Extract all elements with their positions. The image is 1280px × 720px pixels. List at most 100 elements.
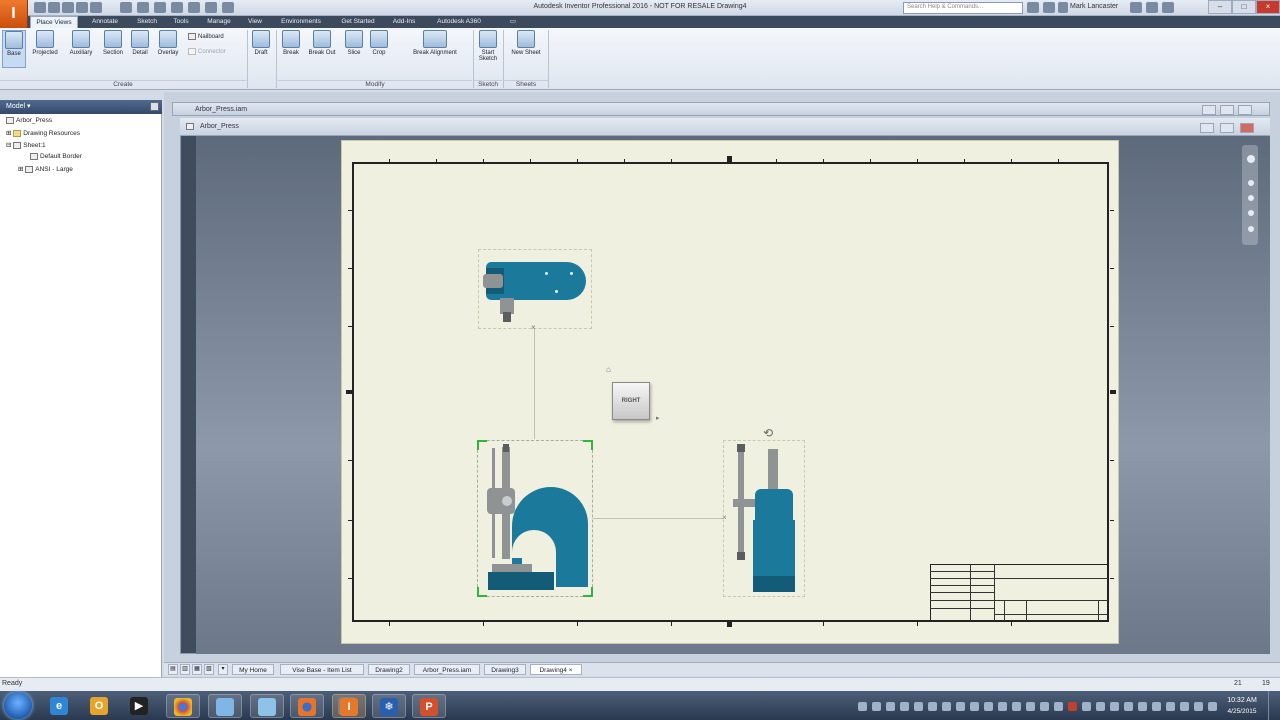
tree-item-arbor-press[interactable]: Arbor_Press — [6, 117, 52, 124]
document-window-back[interactable]: Arbor_Press.iam — [172, 102, 1270, 116]
doc-tab-drawing2[interactable]: Drawing2 — [368, 664, 410, 675]
tab-sketch[interactable]: Sketch — [131, 16, 163, 28]
subscription-icon[interactable] — [1043, 2, 1055, 13]
zoom-icon[interactable] — [1248, 195, 1254, 201]
pan-icon[interactable] — [1248, 180, 1254, 186]
tray-icon[interactable] — [984, 702, 993, 711]
tree-item-sheet-1[interactable]: ⊟ Sheet:1 — [6, 141, 46, 149]
tray-icon[interactable] — [1096, 702, 1105, 711]
user-name[interactable]: Mark Lancaster — [1070, 3, 1118, 10]
doc-tab-drawing3[interactable]: Drawing3 — [484, 664, 526, 675]
ribbon-options-icon[interactable]: ▭ — [500, 16, 526, 28]
tray-icon[interactable] — [942, 702, 951, 711]
crop-button[interactable]: Crop — [368, 30, 390, 68]
tray-icon[interactable] — [1068, 702, 1077, 711]
taskbar-firefox[interactable] — [290, 694, 324, 718]
tray-icon[interactable] — [998, 702, 1007, 711]
taskbar-ie[interactable]: e — [42, 694, 76, 718]
doc-restore-button[interactable] — [1220, 105, 1234, 115]
maximize-button[interactable]: □ — [1232, 0, 1256, 14]
tray-icon[interactable] — [928, 702, 937, 711]
browser-header[interactable]: Model ▾ — [0, 100, 162, 114]
tray-icon[interactable] — [900, 702, 909, 711]
start-sketch-button[interactable]: Start Sketch — [476, 30, 500, 68]
tab-view[interactable]: View — [242, 16, 268, 28]
taskbar-outlook[interactable]: O — [82, 694, 116, 718]
break-button[interactable]: Break — [279, 30, 303, 68]
tray-icon[interactable] — [1152, 702, 1161, 711]
break-out-button[interactable]: Break Out — [304, 30, 340, 68]
viewcube-arrow-icon[interactable]: ▸ — [656, 414, 660, 422]
taskbar-app[interactable] — [250, 694, 284, 718]
taskbar-snowflake[interactable]: ❄ — [372, 694, 406, 718]
detail-view-button[interactable]: Detail — [128, 30, 152, 68]
tray-icon[interactable] — [858, 702, 867, 711]
tab-get-started[interactable]: Get Started — [334, 16, 382, 28]
tree-item-ansi-large[interactable]: ⊞ ANSI - Large — [18, 165, 73, 173]
doc-tab-drawing4[interactable]: Drawing4 × — [530, 664, 582, 675]
doc-close-button[interactable] — [1240, 123, 1254, 133]
tab-tile-h-icon[interactable]: ▦ — [192, 664, 202, 675]
tab-autodesk-a360[interactable]: Autodesk A360 — [426, 16, 492, 28]
doc-tab-my-home[interactable]: My Home — [232, 664, 274, 675]
overlay-view-button[interactable]: Overlay — [153, 30, 183, 68]
search-icon[interactable] — [1027, 2, 1039, 13]
tray-icon[interactable] — [1054, 702, 1063, 711]
taskbar-inventor[interactable]: I — [332, 694, 366, 718]
tab-environments[interactable]: Environments — [272, 16, 330, 28]
document-window-titlebar[interactable]: Arbor_Press — [180, 118, 1270, 136]
doc-tab-arbor-press-iam[interactable]: Arbor_Press.iam — [414, 664, 480, 675]
minimize-button[interactable]: – — [1208, 0, 1232, 14]
tray-icon[interactable] — [1166, 702, 1175, 711]
slice-button[interactable]: Slice — [342, 30, 366, 68]
tab-list-icon[interactable]: ▤ — [168, 664, 178, 675]
volume-icon[interactable] — [1194, 702, 1203, 711]
user-icon[interactable] — [1058, 2, 1068, 13]
connector-button[interactable]: Connector — [188, 48, 226, 55]
help-icon[interactable] — [1162, 2, 1174, 13]
tab-place-views[interactable]: Place Views — [30, 16, 78, 28]
steering-wheel-icon[interactable] — [1247, 155, 1255, 163]
tree-item-drawing-resources[interactable]: ⊞ Drawing Resources — [6, 129, 80, 137]
taskbar-powerpoint[interactable]: P — [412, 694, 446, 718]
nailboard-button[interactable]: Nailboard — [188, 33, 224, 40]
tray-icon[interactable] — [1110, 702, 1119, 711]
close-button[interactable]: × — [1256, 0, 1280, 14]
tab-menu-icon[interactable]: ▾ — [218, 664, 228, 675]
tray-icon[interactable] — [1082, 702, 1091, 711]
new-sheet-button[interactable]: New Sheet — [506, 30, 546, 68]
tray-icon[interactable] — [886, 702, 895, 711]
a360-icon[interactable] — [1146, 2, 1158, 13]
show-desktop-button[interactable] — [1268, 691, 1280, 720]
doc-close-button[interactable] — [1238, 105, 1252, 115]
break-alignment-button[interactable]: Break Alignment — [403, 30, 467, 68]
help-search-input[interactable]: Search Help & Commands... — [903, 2, 1023, 14]
doc-minimize-button[interactable] — [1200, 123, 1214, 133]
clock-time[interactable]: 10:32 AM — [1222, 697, 1262, 704]
tray-icon[interactable] — [956, 702, 965, 711]
inventor-logo-icon[interactable]: I — [0, 0, 28, 28]
clock-date[interactable]: 4/25/2015 — [1222, 708, 1262, 715]
viewcube-home-icon[interactable]: ⌂ — [606, 365, 611, 374]
browser-menu-icon[interactable] — [150, 102, 159, 111]
doc-minimize-button[interactable] — [1202, 105, 1216, 115]
exchange-icon[interactable] — [1130, 2, 1142, 13]
tab-add-ins[interactable]: Add-Ins — [386, 16, 422, 28]
tab-close-icon[interactable]: × — [569, 667, 573, 674]
tray-icon[interactable] — [1026, 702, 1035, 711]
tab-manage[interactable]: Manage — [200, 16, 238, 28]
tray-icon[interactable] — [1124, 702, 1133, 711]
taskbar-chrome[interactable] — [166, 694, 200, 718]
auxiliary-view-button[interactable]: Auxiliary — [64, 30, 98, 68]
tray-icon[interactable] — [1138, 702, 1147, 711]
tray-icon[interactable] — [1040, 702, 1049, 711]
projected-view-button[interactable]: Projected — [28, 30, 62, 68]
start-button[interactable] — [4, 692, 32, 719]
tab-annotate[interactable]: Annotate — [83, 16, 127, 28]
power-icon[interactable] — [1208, 702, 1217, 711]
taskbar-media[interactable]: ▶ — [122, 694, 156, 718]
tray-icon[interactable] — [1012, 702, 1021, 711]
tab-tools[interactable]: Tools — [166, 16, 196, 28]
tray-icon[interactable] — [914, 702, 923, 711]
base-view-button[interactable]: Base — [2, 30, 26, 68]
